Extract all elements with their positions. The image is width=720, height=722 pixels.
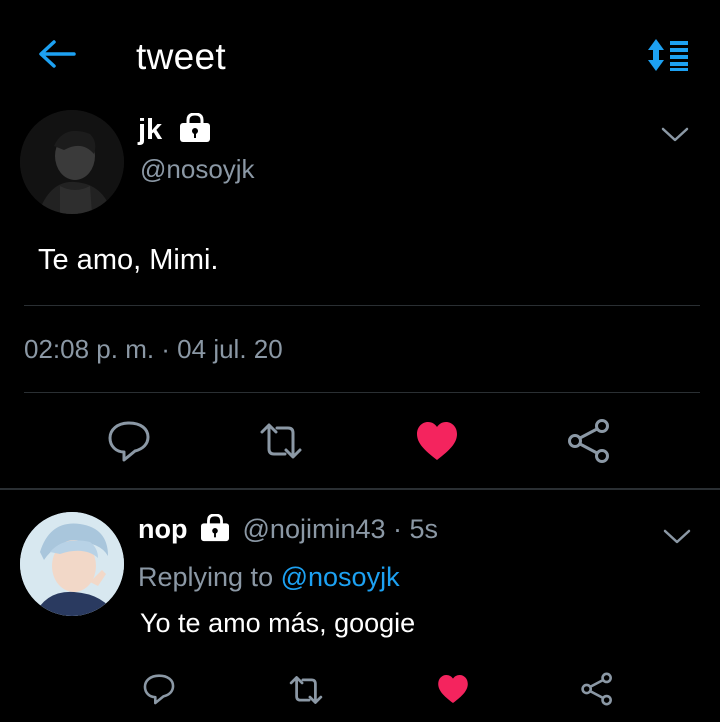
share-icon[interactable] bbox=[580, 672, 614, 706]
lock-icon bbox=[180, 113, 211, 143]
chevron-down-icon[interactable] bbox=[662, 526, 692, 546]
avatar[interactable] bbox=[20, 110, 124, 214]
tweet-timestamp: 02:08 p. m. · 04 jul. 20 bbox=[24, 334, 283, 364]
author-name-row: jk bbox=[138, 113, 212, 147]
back-arrow-icon[interactable] bbox=[36, 38, 76, 70]
reply-author-name[interactable]: nop bbox=[138, 514, 187, 544]
retweet-icon[interactable] bbox=[288, 672, 324, 708]
reply-text: Yo te amo más, googie bbox=[140, 608, 416, 638]
like-icon[interactable] bbox=[436, 672, 470, 706]
reply-author-handle[interactable]: @nojimin43 bbox=[243, 514, 386, 544]
replying-to: Replying to @nosoyjk bbox=[138, 562, 400, 593]
reply-time: · 5s bbox=[393, 514, 439, 544]
reply-icon[interactable] bbox=[106, 418, 152, 464]
sort-icon[interactable] bbox=[646, 38, 690, 72]
author-name[interactable]: jk bbox=[138, 114, 162, 146]
share-icon[interactable] bbox=[566, 418, 612, 464]
like-icon[interactable] bbox=[414, 418, 460, 464]
divider bbox=[24, 305, 700, 306]
replying-to-label: Replying to bbox=[138, 562, 274, 592]
tweet-text: Te amo, Mimi. bbox=[38, 244, 219, 276]
chevron-down-icon[interactable] bbox=[660, 124, 690, 144]
section-divider bbox=[0, 488, 720, 490]
replying-to-mention[interactable]: @nosoyjk bbox=[281, 562, 400, 592]
page-title: tweet bbox=[136, 36, 226, 77]
author-handle[interactable]: @nosoyjk bbox=[140, 154, 255, 185]
lock-icon bbox=[201, 513, 229, 541]
reply-avatar[interactable] bbox=[20, 512, 124, 616]
divider bbox=[24, 392, 700, 393]
reply-icon[interactable] bbox=[142, 672, 176, 706]
reply-header: nop @nojimin43 · 5s bbox=[138, 513, 439, 545]
retweet-icon[interactable] bbox=[258, 418, 304, 464]
